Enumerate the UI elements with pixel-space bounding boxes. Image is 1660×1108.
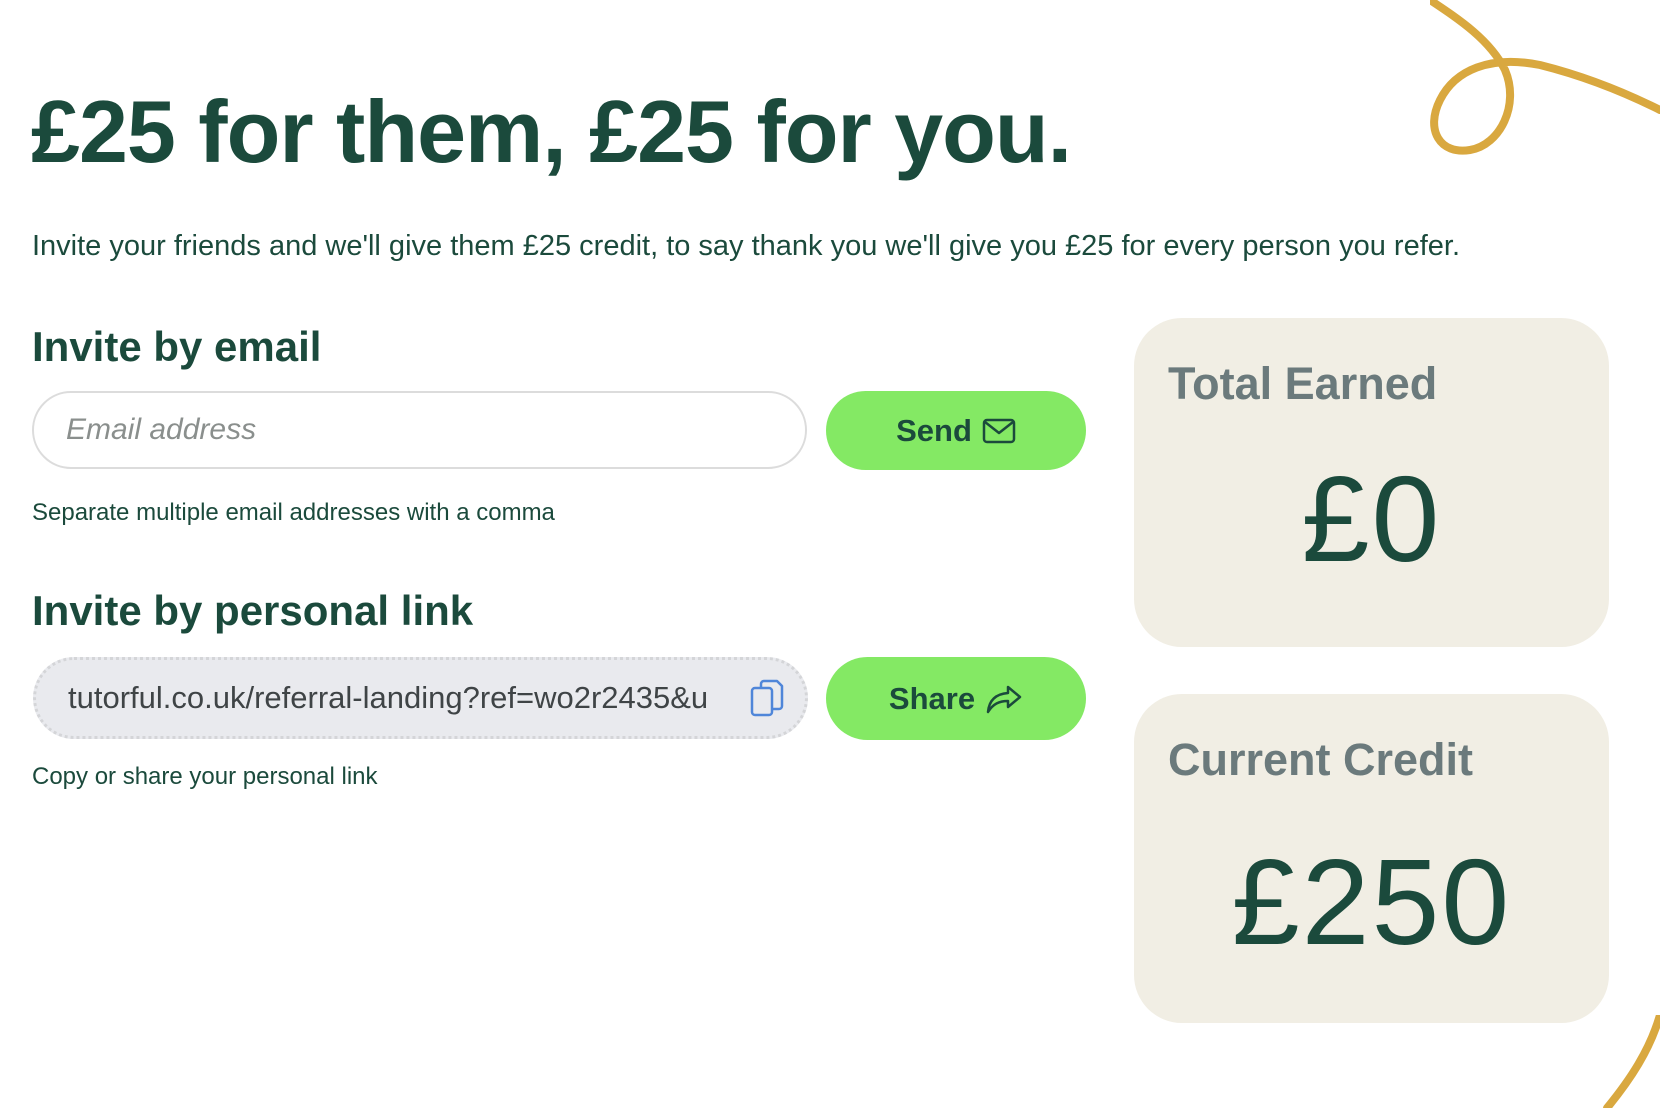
invite-email-heading: Invite by email bbox=[32, 323, 322, 370]
current-credit-value: £250 bbox=[1231, 834, 1512, 970]
email-helper-text: Separate multiple email addresses with a… bbox=[32, 499, 555, 526]
page-subtitle: Invite your friends and we'll give them … bbox=[32, 230, 1460, 262]
send-button-label: Send bbox=[896, 412, 972, 448]
envelope-icon bbox=[982, 418, 1016, 443]
email-field[interactable] bbox=[32, 391, 807, 469]
share-button-label: Share bbox=[888, 680, 976, 716]
share-button[interactable]: Share bbox=[826, 657, 1086, 740]
share-arrow-icon bbox=[986, 685, 1022, 713]
personal-link-text: tutorful.co.uk/referral-landing?ref=wo2r… bbox=[68, 680, 709, 715]
invite-link-heading: Invite by personal link bbox=[32, 587, 474, 634]
total-earned-card: Total Earned £0 bbox=[1134, 318, 1609, 647]
copy-icon[interactable] bbox=[747, 678, 787, 718]
link-helper-text: Copy or share your personal link bbox=[32, 763, 378, 790]
page-title: £25 for them, £25 for you. bbox=[31, 82, 1072, 181]
decorative-doodle bbox=[1430, 0, 1660, 155]
current-credit-label: Current Credit bbox=[1168, 734, 1474, 785]
total-earned-value: £0 bbox=[1301, 451, 1442, 587]
total-earned-label: Total Earned bbox=[1168, 358, 1438, 409]
current-credit-card: Current Credit £250 bbox=[1134, 694, 1609, 1023]
personal-link-field[interactable]: tutorful.co.uk/referral-landing?ref=wo2r… bbox=[33, 657, 808, 739]
send-button[interactable]: Send bbox=[826, 391, 1086, 470]
decorative-doodle-corner bbox=[1603, 1015, 1660, 1108]
